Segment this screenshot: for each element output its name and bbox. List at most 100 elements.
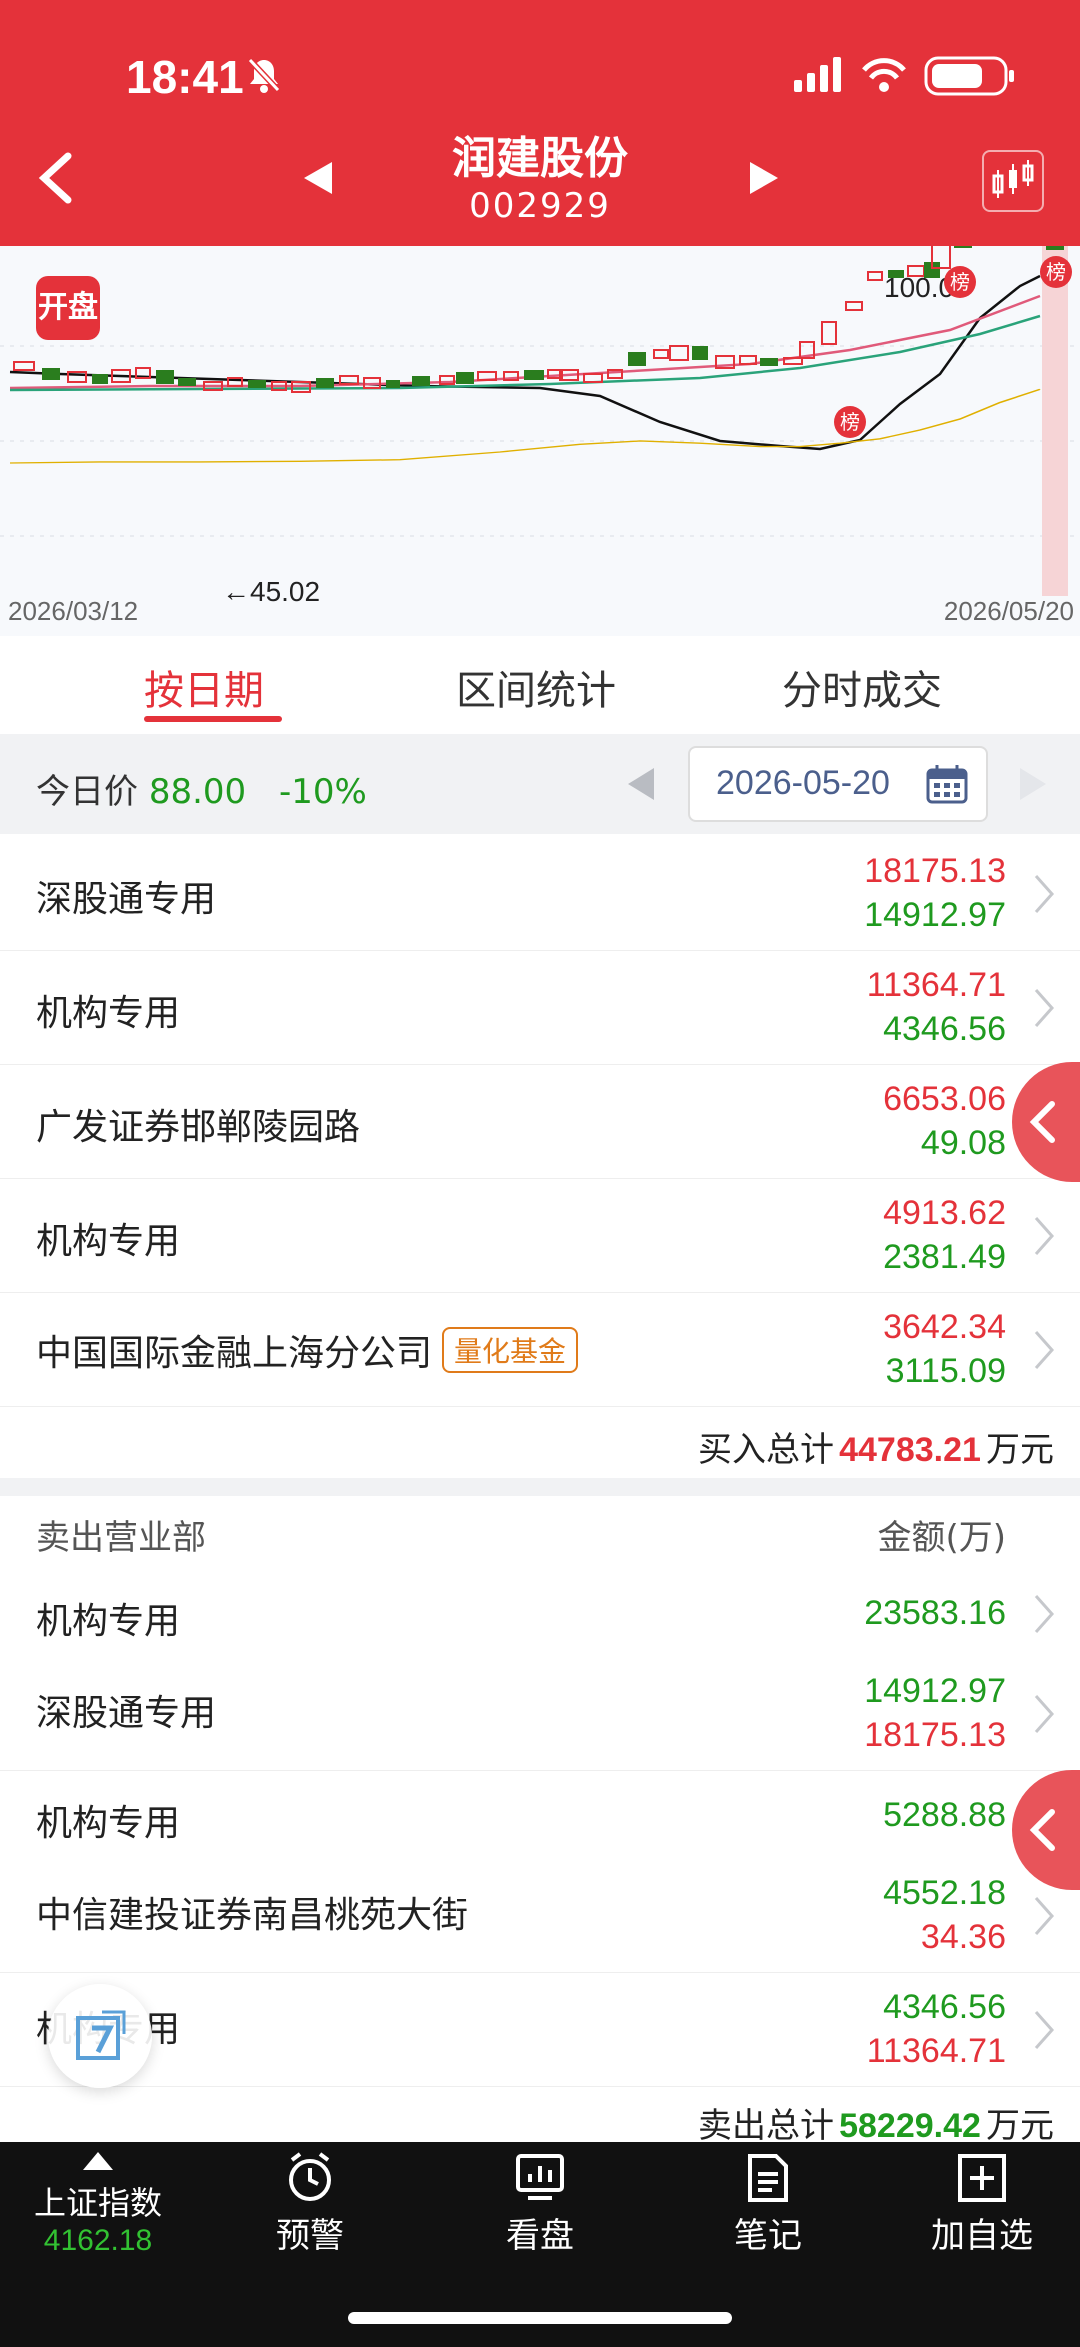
floating-note-button[interactable] [48, 1984, 152, 2088]
sell-total: 卖出总计 58229.42 万元 [0, 2088, 1080, 2146]
sell-amount: 49.08 [920, 1124, 1006, 1162]
tab-time-trades[interactable]: 分时成交 [782, 658, 942, 716]
candles [13, 246, 1064, 393]
tab-range-stats[interactable]: 区间统计 [456, 658, 616, 716]
sell-row[interactable]: 机构专用 4346.56 11364.71 [0, 1974, 1080, 2087]
sell-amount: 4346.56 [883, 1988, 1006, 2026]
buy-row[interactable]: 中国国际金融上海分公司 量化基金 3642.34 3115.09 [0, 1294, 1080, 1407]
date-picker[interactable]: 2026-05-20 [688, 746, 988, 822]
today-price-bar: 今日价 88.00 -10% 2026-05-20 [0, 734, 1080, 834]
buy-amount: 4913.62 [883, 1194, 1006, 1232]
tab-add-label: 加自选 [931, 2216, 1033, 2256]
kaipan-badge[interactable]: 开盘 [36, 276, 100, 340]
plus-box-icon [958, 2154, 1006, 2202]
tab-market[interactable]: 看盘 [460, 2142, 620, 2257]
buy-amount: 11364.71 [866, 966, 1006, 1004]
sell-amount: 4346.56 [883, 1010, 1006, 1048]
chart-start-date: 2026/03/12 [8, 596, 139, 626]
chevron-right-icon [1034, 1217, 1055, 1255]
chevron-right-icon [1034, 1595, 1055, 1633]
kline-chart[interactable]: 开盘 ←45.02 100.0 榜 榜 榜 2026/03/12 2026/05… [0, 246, 1080, 636]
bell-muted-icon [247, 57, 281, 93]
chevron-right-icon [1034, 2011, 1055, 2049]
buy-row[interactable]: 深股通专用 18175.13 14912.97 [0, 838, 1080, 951]
buy-total-unit: 万元 [986, 1430, 1054, 1470]
sell-row[interactable]: 机构专用 5288.88 [0, 1772, 1080, 1861]
selected-date: 2026-05-20 [716, 764, 890, 802]
chevron-right-icon [1034, 1897, 1055, 1935]
next-stock-icon[interactable] [746, 160, 780, 196]
prev-date-icon[interactable] [626, 766, 656, 802]
edit-note-icon [76, 2010, 126, 2060]
quant-fund-tag: 量化基金 [442, 1327, 579, 1373]
stock-code: 002929 [469, 186, 611, 226]
sell-amount: 4552.18 [883, 1874, 1006, 1912]
chevron-right-icon [1034, 989, 1055, 1027]
buy-total: 买入总计 44783.21 万元 [0, 1408, 1080, 1478]
ma10-line [9, 388, 1041, 464]
tab-bar: 按日期 区间统计 分时成交 [0, 636, 1080, 734]
broker-name: 深股通专用 [36, 1693, 217, 1734]
sell-total-label: 卖出总计 [698, 2106, 834, 2146]
chevron-right-icon [1034, 875, 1055, 913]
rank-tag-latest[interactable]: 榜 [1040, 256, 1072, 288]
buy-row[interactable]: 广发证券邯郸陵园路 6653.06 49.08 [0, 1066, 1080, 1179]
sell-amount: 3115.09 [885, 1352, 1006, 1390]
stock-name: 润建股份 [452, 133, 628, 184]
rank-tag-mid[interactable]: 榜 [834, 406, 866, 438]
back-chevron-icon[interactable] [32, 148, 76, 208]
next-date-icon[interactable] [1018, 766, 1048, 802]
broker-name: 机构专用 [36, 993, 181, 1034]
broker-name: 中国国际金融上海分公司 量化基金 [36, 1324, 579, 1376]
today-price-value: 88.00 [148, 772, 247, 812]
sell-row[interactable]: 中信建投证券南昌桃苑大街 4552.18 34.36 [0, 1860, 1080, 1973]
today-change-value: -10% [278, 772, 367, 812]
buy-row[interactable]: 机构专用 4913.62 2381.49 [0, 1180, 1080, 1293]
low-price-label: ←45.02 [222, 576, 321, 607]
sell-row[interactable]: 深股通专用 14912.97 18175.13 [0, 1658, 1080, 1771]
buy-amount: 6653.06 [883, 1080, 1006, 1118]
broker-name: 中信建投证券南昌桃苑大街 [36, 1895, 469, 1936]
broker-name: 机构专用 [36, 1221, 181, 1262]
tab-market-label: 看盘 [506, 2216, 574, 2256]
sell-total-unit: 万元 [986, 2106, 1054, 2146]
kline-chart-button[interactable] [982, 150, 1044, 212]
sell-section-header: 卖出营业部 金额(万) [0, 1496, 1080, 1570]
tab-alert[interactable]: 预警 [230, 2142, 390, 2257]
section-divider [0, 1478, 1080, 1496]
rank-tag-high[interactable]: 榜 [944, 266, 976, 298]
tab-notes-label: 笔记 [734, 2216, 802, 2256]
tab-add-watchlist[interactable]: 加自选 [902, 2142, 1062, 2257]
chart-end-date: 2026/05/20 [943, 596, 1074, 626]
status-icons [794, 56, 1014, 96]
buy-amount: 11364.71 [866, 2032, 1006, 2070]
chevron-left-icon [1029, 1101, 1055, 1143]
buy-total-value: 44783.21 [839, 1431, 981, 1469]
tab-index[interactable]: 上证指数 4162.18 [18, 2142, 178, 2258]
sell-row[interactable]: 机构专用 23583.16 [0, 1570, 1080, 1659]
sell-header-title: 卖出营业部 [36, 1518, 206, 1558]
stock-title-block: 润建股份 002929 [340, 132, 740, 226]
prev-stock-icon[interactable] [302, 160, 336, 196]
home-indicator [348, 2312, 732, 2324]
buy-row[interactable]: 机构专用 11364.71 4346.56 [0, 952, 1080, 1065]
tab-notes[interactable]: 笔记 [688, 2142, 848, 2257]
broker-name: 机构专用 [36, 1803, 181, 1844]
buy-total-label: 买入总计 [698, 1430, 834, 1470]
broker-name: 广发证券邯郸陵园路 [36, 1107, 361, 1148]
chevron-left-icon [1029, 1809, 1055, 1851]
tab-by-date[interactable]: 按日期 [144, 658, 264, 716]
broker-name: 深股通专用 [36, 879, 217, 920]
sell-amount: 23583.16 [864, 1594, 1006, 1632]
candlestick-icon [992, 160, 1034, 198]
buy-amount: 18175.13 [864, 1716, 1006, 1754]
monitor-chart-icon [516, 2154, 564, 2200]
buy-amount: 18175.13 [864, 852, 1006, 890]
tab-alert-label: 预警 [276, 2216, 344, 2256]
today-price-label: 今日价 [36, 772, 138, 812]
calendar-icon [926, 765, 968, 804]
today-price: 今日价 88.00 -10% [36, 764, 367, 813]
top-header: 18:41 润建股份 002929 [0, 0, 1080, 246]
chevron-right-icon [1034, 1695, 1055, 1733]
document-icon [748, 2154, 788, 2202]
